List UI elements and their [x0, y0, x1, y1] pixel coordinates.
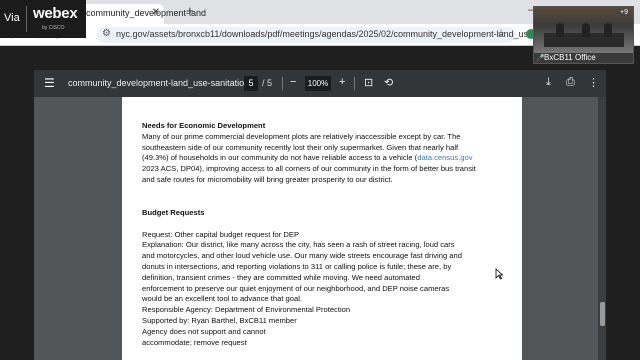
paragraph-line: definition, transient crimes - they are … [142, 272, 421, 282]
download-icon[interactable]: ⤓ [546, 76, 551, 89]
fit-page-icon[interactable]: ⊡ [364, 76, 373, 89]
toolbar-divider [282, 77, 283, 90]
participant-count-badge[interactable]: +9 [618, 9, 630, 16]
paragraph-line: accommodate; remove request [142, 337, 247, 347]
video-thumbnail[interactable]: +9 🎤 BxCB11 Office [533, 6, 634, 64]
paragraph-line: (49.3%) of households in our community d… [142, 153, 502, 164]
site-info-icon[interactable]: ⚙ [102, 28, 111, 39]
toolbar-divider [354, 77, 355, 90]
paragraph-line: southeastern side of our community recen… [142, 142, 459, 152]
paragraph-line: enforcement to preserve our quiet enjoym… [142, 283, 450, 293]
paragraph-line: Responsible Agency: Department of Enviro… [142, 305, 351, 315]
menu-icon[interactable]: ☰ [44, 76, 55, 90]
webex-overlay: Via webex by CISCO [0, 0, 86, 38]
paragraph-line: would be an excellent tool to advance th… [142, 294, 303, 304]
paragraph-line: Agency does not support and cannot [142, 326, 266, 336]
census-link[interactable]: data.census.gov [417, 153, 472, 162]
zoom-level-input[interactable]: 100% [305, 76, 331, 91]
url-text: nyc.gov/assets/bronxcb11/downloads/pdf/m… [116, 29, 536, 39]
paragraph-line: Request: Other capital budget request fo… [142, 229, 300, 239]
section-heading-economic: Needs for Economic Development [142, 121, 266, 130]
participant-name: BxCB11 Office [544, 53, 596, 62]
zoom-out-icon[interactable]: − [290, 76, 296, 88]
video-person-shape [604, 23, 612, 37]
webex-logo-sub: by CISCO [42, 25, 65, 31]
pdf-toolbar: ☰ community_development-land_use-sanitat… [34, 70, 606, 97]
section-heading-budget: Budget Requests [142, 207, 205, 217]
url-field[interactable]: ⚙ nyc.gov/assets/bronxcb11/downloads/pdf… [96, 27, 536, 43]
paragraph-line: 2023 ACS, DP04), improving access to all… [142, 164, 476, 174]
zoom-in-icon[interactable]: + [339, 76, 345, 88]
webex-logo: webex [33, 5, 78, 22]
pdf-filename: community_development-land_use-sanitatio… [68, 78, 252, 88]
tab-close-icon[interactable]: ✕ [152, 7, 160, 18]
bookmark-star-icon[interactable]: ☆ [496, 27, 506, 40]
paragraph-line: and safe routes for micromobility will b… [142, 174, 393, 184]
badge-divider [26, 6, 27, 32]
paragraph-line: Supported by: Ryan Barthel, BxCB11 membe… [142, 315, 297, 325]
paragraph-line: Many of our prime commercial development… [142, 131, 461, 141]
paragraph-line: donuts in intersections, and reporting v… [142, 261, 452, 271]
page-count: / 5 [262, 78, 273, 88]
more-options-icon[interactable]: ⋮ [588, 76, 599, 89]
rotate-icon[interactable]: ⟲ [384, 76, 393, 89]
mouse-cursor-icon [495, 268, 503, 280]
print-icon[interactable]: ⎙ [566, 76, 575, 89]
document-text: Needs for Economic Development Many of o… [142, 121, 502, 348]
video-person-shape [582, 23, 590, 37]
via-label: Via [4, 12, 20, 24]
new-tab-icon[interactable]: + [186, 3, 194, 18]
paragraph-line: Explanation: Our district, like many acr… [142, 240, 455, 250]
video-person-shape [556, 23, 564, 37]
page-number-input[interactable]: 5 [244, 76, 258, 91]
scrollbar-thumb[interactable] [600, 302, 605, 326]
paragraph-line: and motorcycles, and other loud vehicle … [142, 251, 462, 261]
paragraph-line-text: (49.3%) of households in our community d… [142, 153, 418, 163]
